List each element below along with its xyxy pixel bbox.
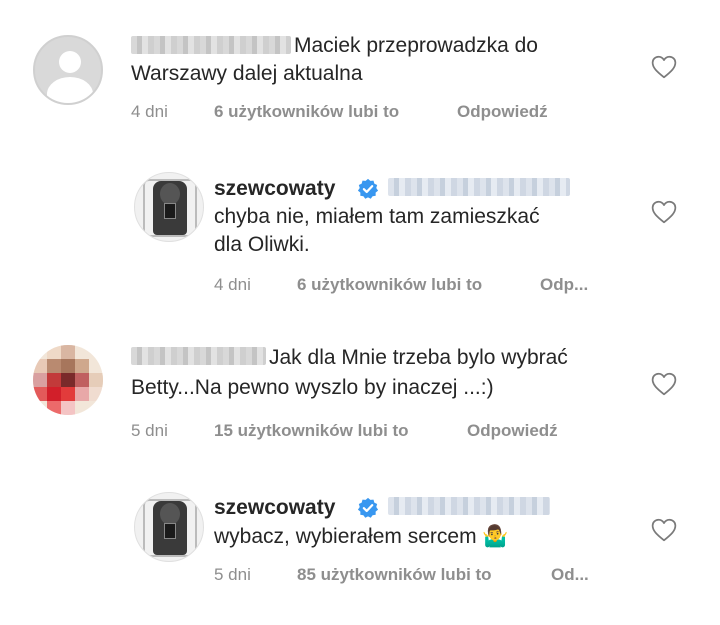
reply-button[interactable]: Odpowiedź (457, 102, 548, 122)
comment-text-line-1: chyba nie, miałem tam zamieszkać (214, 205, 540, 228)
heart-outline-icon[interactable] (651, 518, 677, 542)
avatar-shoulders (47, 77, 93, 103)
verified-badge-icon (357, 497, 379, 518)
comment-time[interactable]: 5 dni (131, 421, 168, 441)
comment-time[interactable]: 4 dni (214, 275, 251, 295)
blurred-mention[interactable] (388, 497, 550, 515)
avatar-face (160, 503, 180, 525)
blurred-mention[interactable] (388, 178, 570, 196)
comment-text-line-2: dla Oliwki. (214, 233, 310, 256)
comment-time[interactable]: 4 dni (131, 102, 168, 122)
comment-text-line-1: wybacz, wybierałem sercem 🤷‍♂️ (214, 525, 509, 548)
blurred-username[interactable] (131, 347, 266, 365)
comment-3: Jak dla Mnie trzeba bylo wybrać Betty...… (0, 330, 720, 470)
avatar[interactable] (134, 172, 204, 242)
likes-count[interactable]: 15 użytkowników lubi to (214, 421, 409, 441)
comment-4-reply: szewcowaty wybacz, wybierałem sercem 🤷‍♂… (0, 480, 720, 620)
comment-text-line-1: Jak dla Mnie trzeba bylo wybrać (269, 346, 568, 369)
comment-text-line-2: Warszawy dalej aktualna (131, 62, 363, 85)
avatar[interactable] (33, 345, 103, 415)
comment-username[interactable]: szewcowaty (214, 494, 335, 522)
likes-count[interactable]: 6 użytkowników lubi to (214, 102, 399, 122)
reply-button[interactable]: Odp... (540, 275, 588, 295)
reply-button[interactable]: Od... (551, 565, 589, 585)
likes-count[interactable]: 6 użytkowników lubi to (297, 275, 482, 295)
avatar[interactable] (33, 35, 103, 105)
avatar-phone (164, 203, 176, 219)
verified-badge-icon (357, 178, 379, 199)
comment-text-line-1: Maciek przeprowadzka do (294, 34, 538, 57)
heart-outline-icon[interactable] (651, 200, 677, 224)
comment-2-reply: szewcowaty chyba nie, miałem tam zamiesz… (0, 160, 720, 310)
comment-text-line-2: Betty...Na pewno wyszlo by inaczej ...:) (131, 376, 494, 399)
reply-button[interactable]: Odpowiedź (467, 421, 558, 441)
likes-count[interactable]: 85 użytkowników lubi to (297, 565, 492, 585)
comment-username[interactable]: szewcowaty (214, 175, 335, 203)
avatar-head (59, 51, 81, 73)
comment-meta: 5 dni 15 użytkowników lubi to Odpowiedź (131, 421, 631, 441)
heart-outline-icon[interactable] (651, 372, 677, 396)
comment-meta: 4 dni 6 użytkowników lubi to Odpowiedź (131, 102, 631, 122)
comment-meta: 5 dni 85 użytkowników lubi to Od... (214, 565, 634, 585)
comment-meta: 4 dni 6 użytkowników lubi to Odp... (214, 275, 634, 295)
comment-1: Maciek przeprowadzka do Warszawy dalej a… (0, 0, 720, 140)
avatar-phone (164, 523, 176, 539)
comment-time[interactable]: 5 dni (214, 565, 251, 585)
avatar-face (160, 183, 180, 205)
blurred-username[interactable] (131, 36, 291, 54)
heart-outline-icon[interactable] (651, 55, 677, 79)
avatar[interactable] (134, 492, 204, 562)
